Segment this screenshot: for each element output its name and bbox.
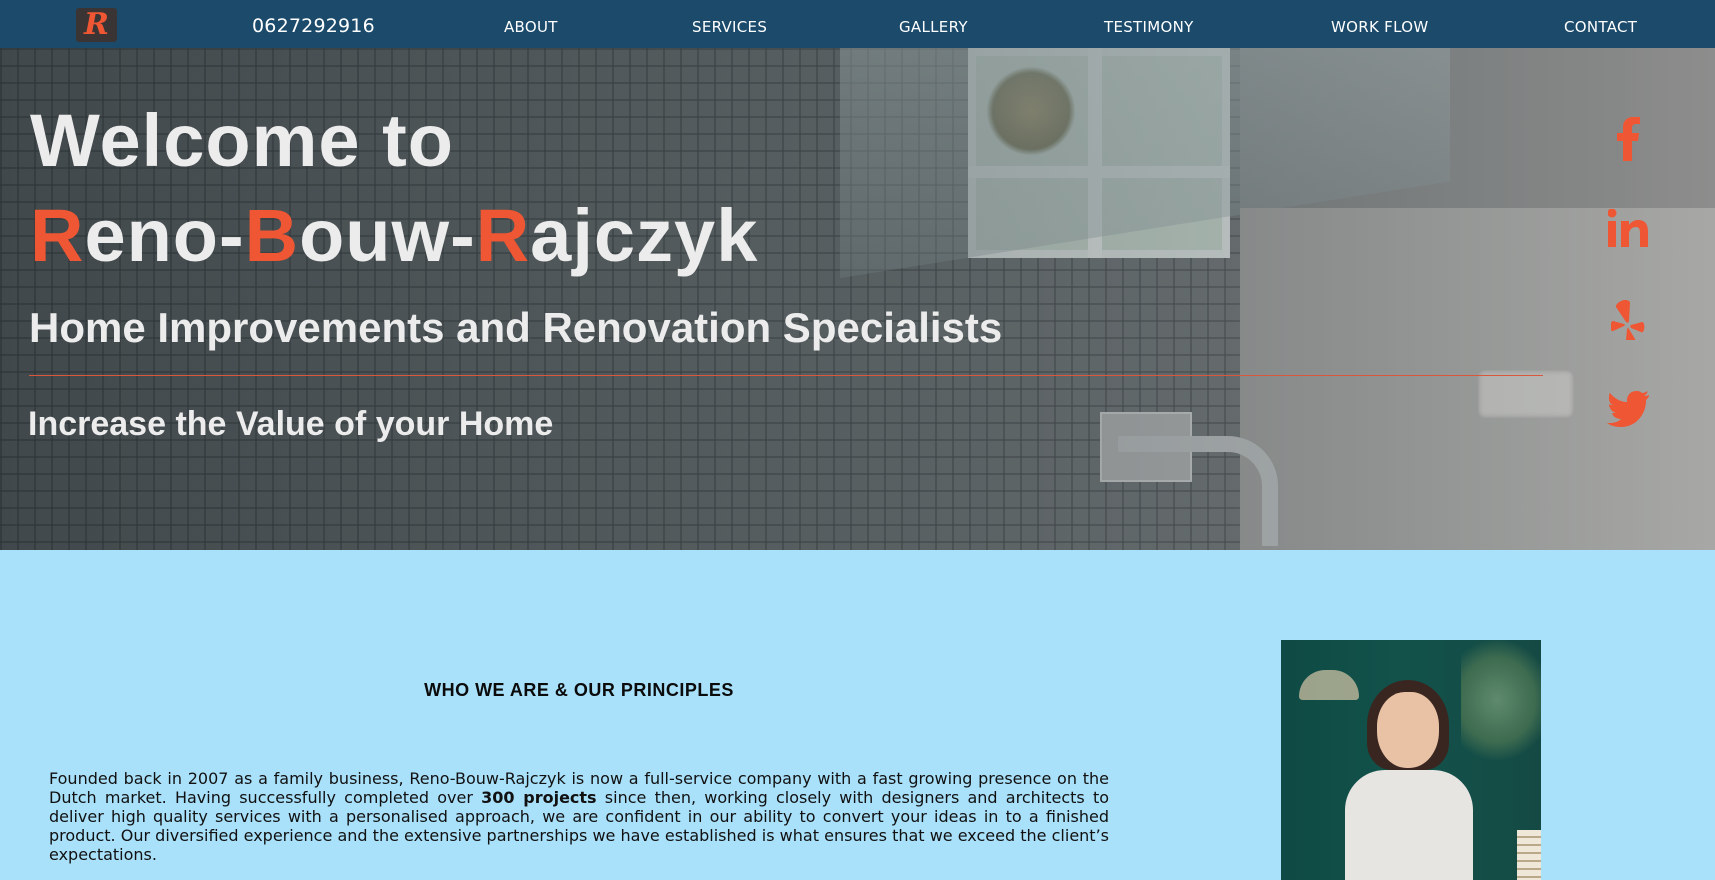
brand-part-1: eno- — [84, 194, 245, 277]
nav-link-gallery[interactable]: GALLERY — [899, 18, 968, 36]
team-member-photo — [1281, 640, 1541, 880]
linkedin-icon[interactable] — [1604, 204, 1652, 252]
facebook-icon[interactable] — [1604, 115, 1652, 163]
about-text-highlight: 300 projects — [481, 788, 597, 807]
hero-divider — [29, 375, 1543, 376]
brand-part-2: ouw- — [299, 194, 476, 277]
logo[interactable]: R — [76, 8, 117, 42]
brand-accent-2: B — [244, 194, 300, 277]
logo-letter: R — [84, 7, 109, 42]
nav-link-testimony[interactable]: TESTIMONY — [1104, 18, 1194, 36]
hero-tagline: Increase the Value of your Home — [28, 405, 554, 443]
nav-link-services[interactable]: SERVICES — [692, 18, 767, 36]
top-navigation: R 0627292916 ABOUT SERVICES GALLERY TEST… — [0, 0, 1715, 48]
brand-part-3: ajczyk — [530, 194, 759, 277]
twitter-icon[interactable] — [1604, 385, 1652, 433]
nav-link-work-flow[interactable]: WORK FLOW — [1331, 18, 1428, 36]
hero-welcome: Welcome to — [30, 99, 454, 182]
nav-link-about[interactable]: ABOUT — [504, 18, 558, 36]
brand-accent-1: R — [30, 194, 85, 277]
hero-subtitle: Home Improvements and Renovation Special… — [29, 304, 1003, 351]
phone-number[interactable]: 0627292916 — [252, 15, 375, 37]
about-text: Founded back in 2007 as a family busines… — [49, 769, 1109, 864]
hero-banner: Welcome to Reno-Bouw-Rajczyk Home Improv… — [0, 48, 1715, 550]
nav-link-contact[interactable]: CONTACT — [1564, 18, 1637, 36]
hero-brand-name: Reno-Bouw-Rajczyk — [30, 193, 758, 278]
yelp-icon[interactable] — [1604, 296, 1652, 344]
about-title: WHO WE ARE & OUR PRINCIPLES — [424, 680, 734, 700]
brand-accent-3: R — [475, 194, 531, 277]
